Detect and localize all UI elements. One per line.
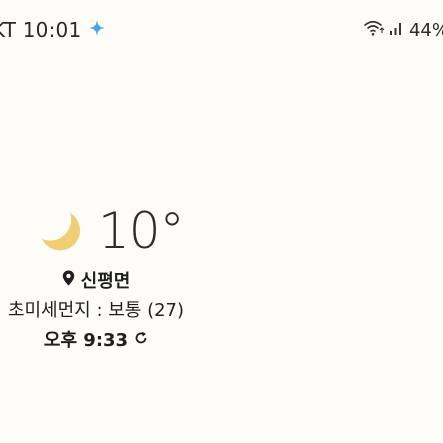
air-quality-text: 초미세먼지 : 보통 (27)	[7, 300, 185, 321]
wifi-icon	[363, 19, 385, 41]
status-left: KT 10:01	[0, 16, 105, 44]
refresh-icon[interactable]	[134, 330, 148, 349]
signal-icon	[389, 20, 405, 40]
weather-widget[interactable]: 10° 신평면 초미세먼지 : 보통 (27) 오후 9:33	[0, 196, 190, 356]
status-clock: KT 10:01	[0, 18, 82, 42]
crescent-moon-icon	[38, 206, 84, 256]
current-temperature: 10°	[98, 202, 185, 260]
location-pin-icon	[62, 270, 75, 290]
location-name: 신평면	[80, 271, 131, 292]
assistant-icon	[89, 20, 105, 40]
updated-row: 오후 9:33	[0, 326, 192, 352]
status-right: 44%	[363, 16, 443, 44]
battery-percentage: 44%	[408, 19, 443, 41]
location-row: 신평면	[0, 267, 192, 293]
status-bar: KT 10:01 44%	[0, 0, 443, 60]
updated-time: 오후 9:33	[43, 330, 129, 351]
temperature-row: 10°	[38, 196, 185, 266]
